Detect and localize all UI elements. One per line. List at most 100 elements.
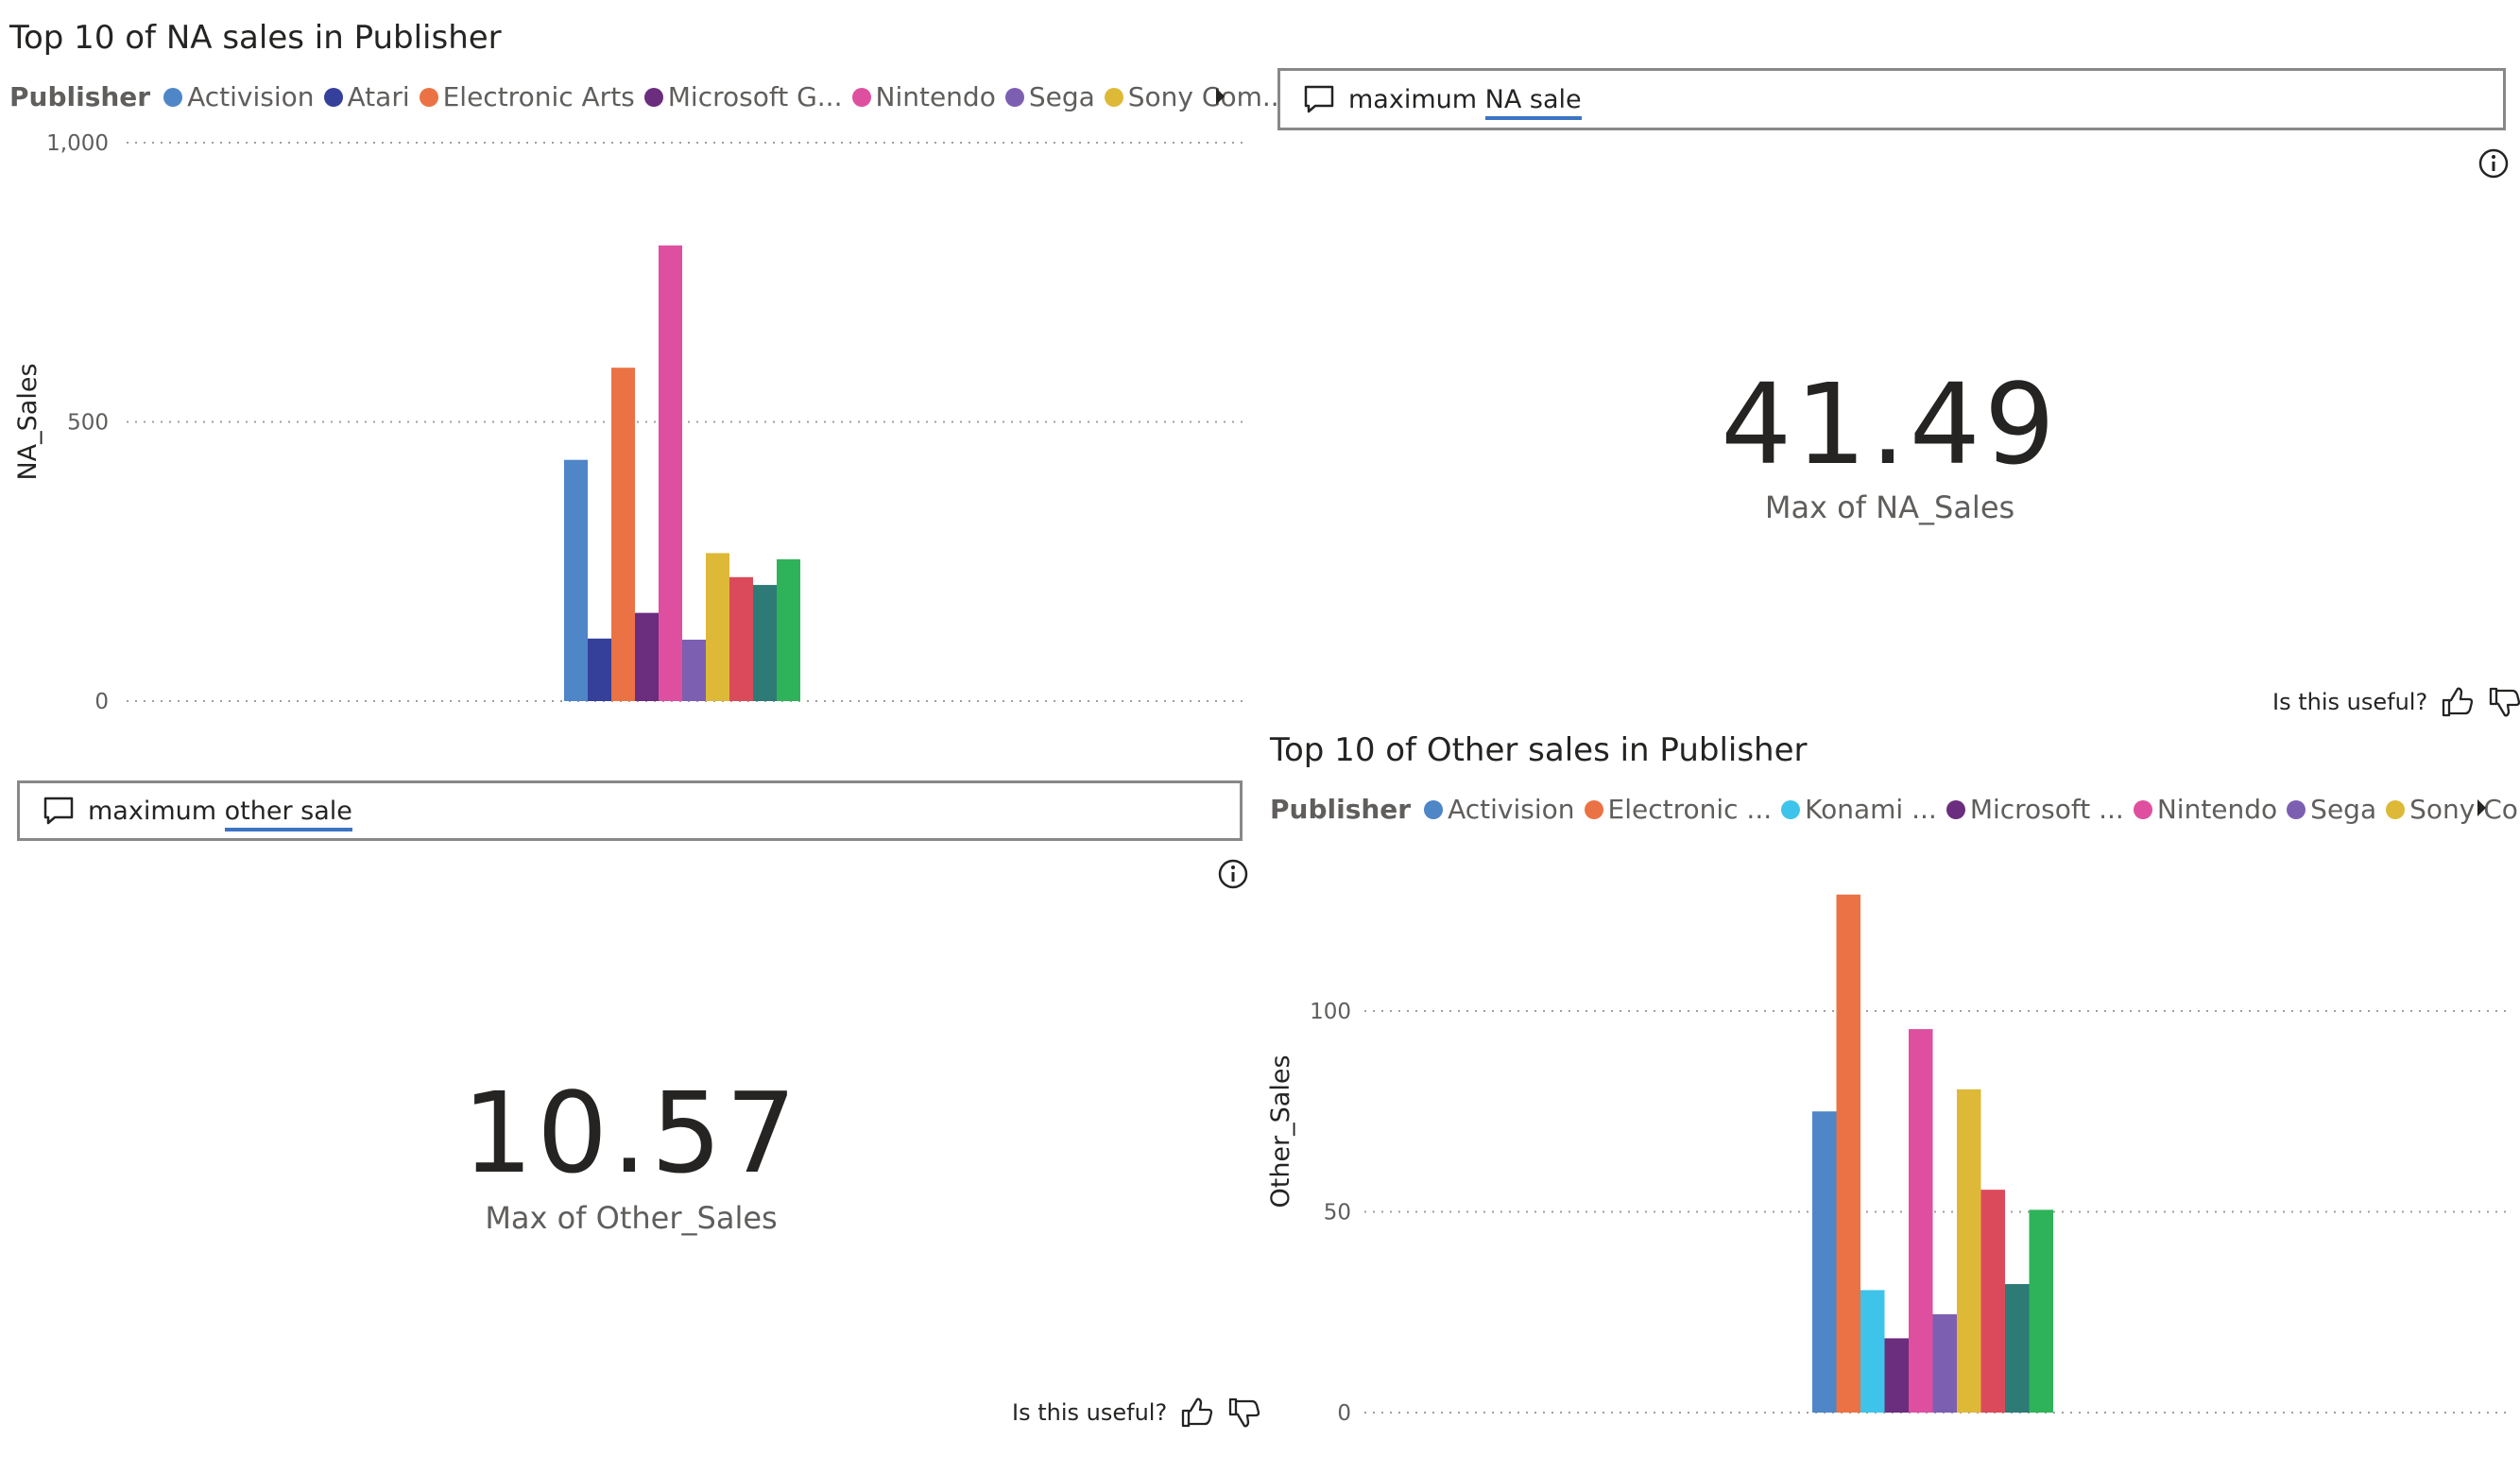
legend-label: Activision — [187, 81, 315, 112]
chart2-legend: Publisher Activision Electronic ... Kona… — [1270, 794, 2520, 825]
chart1-legend-next-button[interactable] — [1216, 88, 1225, 105]
qa-na-kpi-label: Max of NA_Sales — [1764, 489, 2015, 525]
chart1-legend-item-4[interactable]: Nintendo — [851, 81, 996, 112]
chart2-legend-item-3[interactable]: Microsoft ... — [1946, 794, 2124, 825]
legend-dot — [1781, 799, 1801, 819]
chart1-y-tick-label: 0 — [94, 690, 109, 714]
info-icon — [2478, 148, 2509, 179]
chart2-y-tick-label: 50 — [1324, 1201, 1351, 1226]
chart1-legend-item-2[interactable]: Electronic Arts — [419, 81, 635, 112]
qa-other-useful-text: Is this useful? — [1012, 1399, 1168, 1426]
chart1-y-axis-title: NA_Sales — [13, 363, 43, 480]
legend-label: Konami ... — [1805, 794, 1937, 825]
qa-other-question-text: maximum other sale — [88, 796, 352, 831]
legend-dot — [2287, 799, 2306, 819]
qa-other-info-button[interactable] — [1217, 858, 1249, 894]
chart2-bar-2[interactable] — [1860, 1290, 1885, 1413]
legend-dot — [2386, 799, 2406, 819]
qa-other-feedback: Is this useful? — [1012, 1397, 1261, 1429]
legend-dot — [1104, 87, 1123, 107]
chart2-bar-6[interactable] — [1957, 1088, 1981, 1413]
legend-label: Sony Co... — [2409, 794, 2520, 825]
qa-na-question-prefix: maximum — [1348, 84, 1485, 114]
legend-label: Sega — [1028, 81, 1095, 112]
chart2-bar-5[interactable] — [1932, 1313, 1958, 1413]
chart2-bar-9[interactable] — [2029, 1209, 2054, 1413]
chart1-plot: NA_Sales 0 500 1,000 — [13, 131, 1243, 714]
qa-na-question-box[interactable]: maximum NA sale — [1277, 68, 2506, 130]
qa-other-kpi-value: 10.57 — [462, 1068, 800, 1198]
chart2-y-tick-label: 0 — [1337, 1401, 1351, 1426]
chart2-bar-7[interactable] — [1980, 1190, 2006, 1413]
chevron-right-icon — [1216, 88, 1225, 105]
chart1-legend: Publisher Activision Atari Electronic Ar… — [9, 81, 1288, 112]
chart2-legend-item-6[interactable]: Sony Co... — [2386, 794, 2520, 825]
legend-dot — [323, 87, 343, 107]
chart1-bar-8[interactable] — [753, 585, 777, 701]
chart2-bar-4[interactable] — [1909, 1029, 1933, 1413]
qa-na-info-button[interactable] — [2477, 147, 2510, 183]
qa-other-question-prefix: maximum — [88, 796, 225, 826]
thumbs-up-icon[interactable] — [2441, 686, 2475, 718]
legend-label: Activision — [1448, 794, 1575, 825]
chart1-bar-6[interactable] — [706, 553, 729, 701]
legend-dot — [1424, 799, 1444, 819]
chart2-legend-item-5[interactable]: Sega — [2287, 794, 2376, 825]
qa-other-question-term: other sale — [224, 796, 352, 831]
legend-dot — [2133, 799, 2152, 819]
chart1-bar-2[interactable] — [611, 368, 635, 701]
thumbs-down-icon[interactable] — [2488, 686, 2520, 718]
chart2-legend-item-0[interactable]: Activision — [1424, 794, 1575, 825]
chart1-bar-0[interactable] — [564, 459, 588, 701]
legend-dot — [163, 87, 183, 107]
info-icon — [1218, 859, 1248, 889]
chart2-plot: Other_Sales 0 50 100 — [1266, 894, 2512, 1426]
qa-na-useful-text: Is this useful? — [2272, 689, 2428, 715]
legend-dot — [851, 87, 871, 107]
chart1-legend-title: Publisher — [9, 81, 151, 112]
thumbs-up-icon[interactable] — [1180, 1397, 1214, 1429]
qa-other-kpi-label: Max of Other_Sales — [485, 1200, 778, 1236]
chart1-bar-7[interactable] — [729, 576, 753, 701]
chart2-y-axis-title: Other_Sales — [1266, 1054, 1295, 1208]
chart1-title: Top 10 of NA sales in Publisher — [9, 19, 502, 57]
legend-label: Atari — [347, 81, 410, 112]
chart2-legend-next-button[interactable] — [2477, 799, 2486, 816]
chart2-bar-0[interactable] — [1812, 1111, 1837, 1413]
qa-na-question-text: maximum NA sale — [1348, 84, 1582, 120]
chart1-legend-item-1[interactable]: Atari — [323, 81, 410, 112]
chart1-legend-item-3[interactable]: Microsoft G... — [643, 81, 843, 112]
chart1-legend-item-0[interactable]: Activision — [163, 81, 315, 112]
legend-dot — [1004, 87, 1024, 107]
chart2-bar-8[interactable] — [2005, 1284, 2030, 1413]
qa-na-kpi-value: 41.49 — [1721, 359, 2059, 489]
chart1-legend-item-6[interactable]: Sony Com... — [1104, 81, 1288, 112]
legend-dot — [1584, 799, 1603, 819]
comment-icon — [1304, 85, 1334, 113]
qa-na-feedback: Is this useful? — [2272, 686, 2520, 718]
qa-na-question-term: NA sale — [1484, 84, 1582, 120]
qa-other-question-box[interactable]: maximum other sale — [17, 780, 1243, 841]
chart2-bar-1[interactable] — [1836, 894, 1861, 1413]
chart1-bar-4[interactable] — [659, 245, 682, 701]
chart1-bar-3[interactable] — [635, 612, 659, 701]
legend-label: Sony Com... — [1127, 81, 1288, 112]
chart2-bar-3[interactable] — [1884, 1338, 1910, 1413]
chevron-right-icon — [2477, 799, 2486, 816]
chart2-legend-item-4[interactable]: Nintendo — [2133, 794, 2277, 825]
legend-dot — [1946, 799, 1965, 819]
legend-label: Electronic Arts — [442, 81, 635, 112]
thumbs-down-icon[interactable] — [1227, 1397, 1261, 1429]
comment-icon — [43, 797, 74, 825]
legend-label: Nintendo — [875, 81, 996, 112]
chart2-legend-item-1[interactable]: Electronic ... — [1584, 794, 1773, 825]
chart1-bar-5[interactable] — [682, 639, 706, 701]
legend-label: Sega — [2310, 794, 2377, 825]
chart2-legend-item-2[interactable]: Konami ... — [1781, 794, 1937, 825]
chart2-legend-title: Publisher — [1270, 794, 1412, 825]
legend-label: Electronic ... — [1607, 794, 1773, 825]
chart1-bar-9[interactable] — [777, 558, 800, 701]
chart1-legend-item-5[interactable]: Sega — [1004, 81, 1095, 112]
chart2-title: Top 10 of Other sales in Publisher — [1270, 731, 1808, 769]
chart1-bar-1[interactable] — [588, 638, 611, 701]
